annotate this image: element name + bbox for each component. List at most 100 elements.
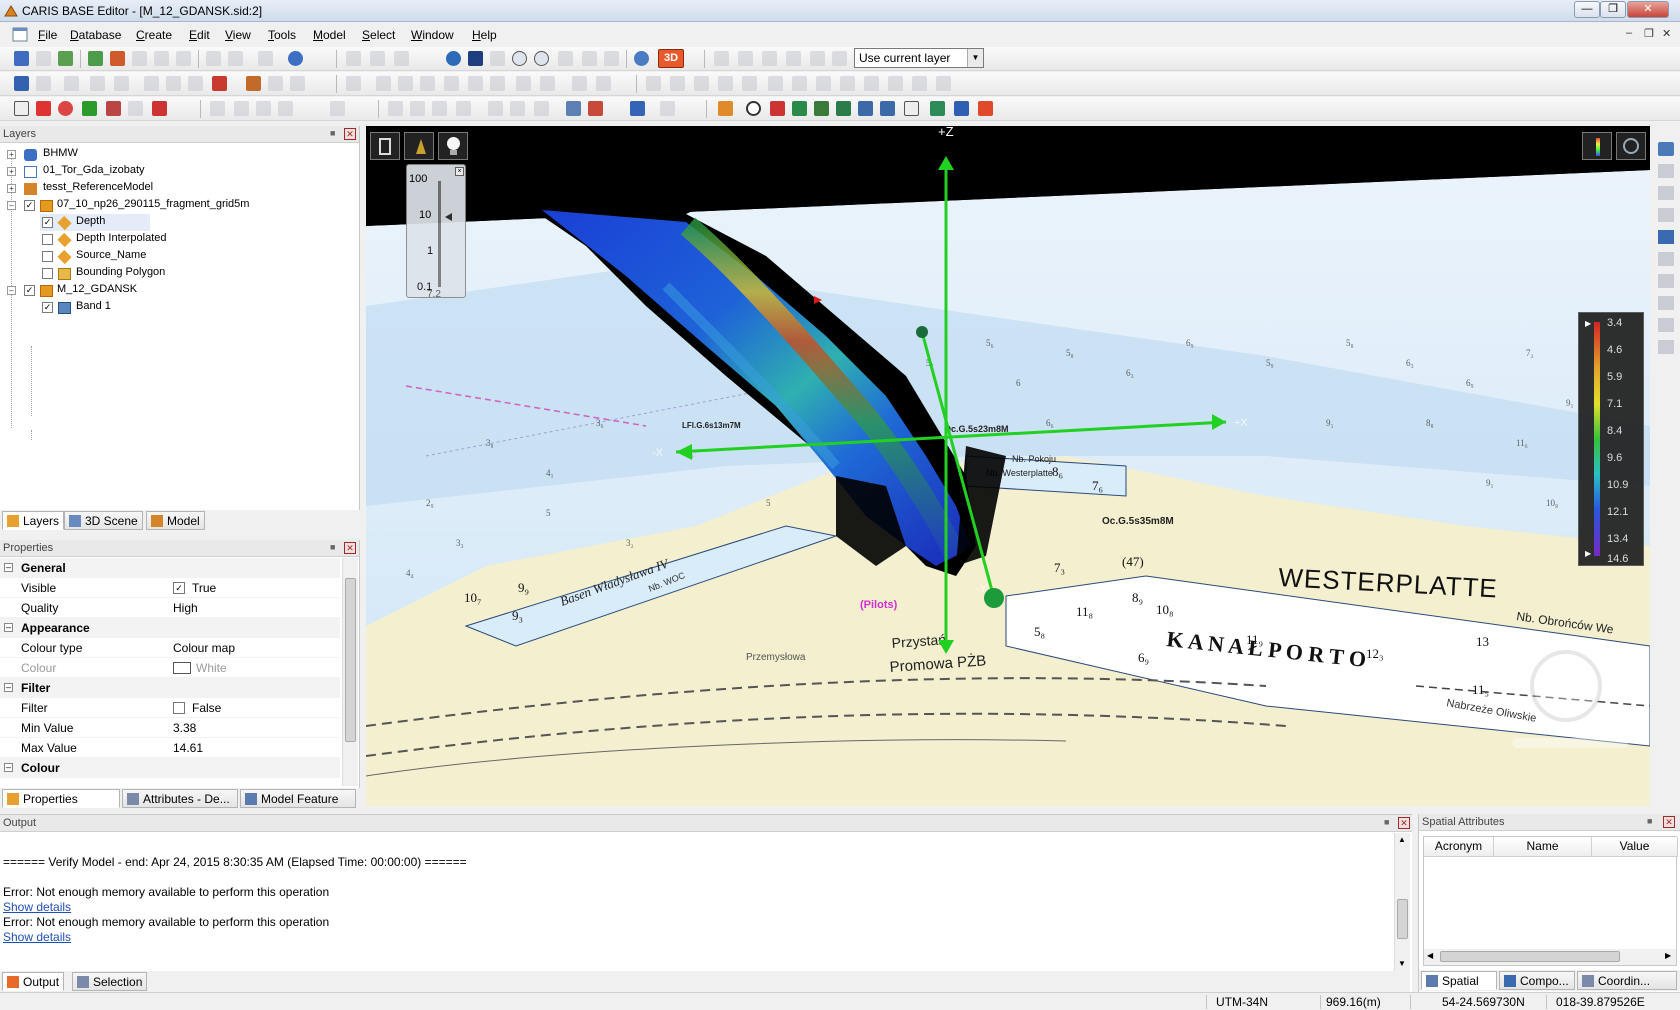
frame-icon[interactable] bbox=[14, 101, 29, 116]
3d-view[interactable]: 3₈4₁3₆ 4₆7₁6₆ 5₇65₈ 6₃6₉5₉ 5₈6₃6₉ 7₂9₁11… bbox=[366, 126, 1650, 806]
open-icon[interactable] bbox=[88, 51, 103, 66]
column-header-acronym[interactable]: Acronym bbox=[1424, 837, 1494, 857]
polygon-icon[interactable] bbox=[166, 76, 181, 91]
target-icon[interactable] bbox=[746, 101, 761, 116]
pin-icon[interactable]: ■ bbox=[330, 542, 335, 552]
line-tool-icon[interactable] bbox=[82, 101, 97, 116]
legend-toggle-icon[interactable] bbox=[1582, 132, 1612, 160]
menu-file[interactable]: File bbox=[38, 28, 57, 42]
help-icon[interactable] bbox=[288, 51, 303, 66]
circle-tool-icon[interactable] bbox=[58, 101, 73, 116]
snap-icon[interactable] bbox=[290, 76, 305, 91]
shape-l-icon[interactable] bbox=[534, 101, 549, 116]
prop-category-filter[interactable]: – Filter bbox=[0, 678, 340, 698]
properties-scrollbar[interactable] bbox=[342, 558, 358, 786]
edit-scale-icon[interactable] bbox=[786, 51, 801, 66]
close-button[interactable]: ✕ bbox=[1627, 1, 1669, 18]
tool-w-icon[interactable] bbox=[912, 76, 927, 91]
tab-attributes[interactable]: Attributes - De... bbox=[122, 789, 238, 808]
scroll-thumb[interactable] bbox=[345, 578, 356, 742]
dock-tool-icon[interactable] bbox=[1658, 318, 1674, 332]
tab-3d-scene[interactable]: 3D Scene bbox=[64, 511, 143, 530]
tool-b-icon[interactable] bbox=[376, 76, 391, 91]
shape-m-icon[interactable] bbox=[660, 101, 675, 116]
prop-category-general[interactable]: – General bbox=[0, 558, 340, 578]
print-icon[interactable] bbox=[176, 51, 191, 66]
layer-combo[interactable]: Use current layer ▼ bbox=[854, 48, 984, 68]
cut-icon[interactable] bbox=[64, 76, 79, 91]
mdi-close-button[interactable]: ✕ bbox=[1662, 27, 1671, 40]
select-icon[interactable] bbox=[346, 51, 361, 66]
tool-u-icon[interactable] bbox=[864, 76, 879, 91]
collapse-icon[interactable]: – bbox=[4, 563, 13, 572]
prop-row-quality[interactable]: Quality High bbox=[0, 598, 340, 618]
tool-v-icon[interactable] bbox=[888, 76, 903, 91]
flag-icon[interactable] bbox=[836, 101, 851, 116]
dock-tool-icon[interactable] bbox=[1658, 142, 1674, 156]
panel-close-icon[interactable]: ✕ bbox=[1663, 816, 1675, 828]
shape-d-icon[interactable] bbox=[278, 101, 293, 116]
zoom-next-icon[interactable] bbox=[582, 51, 597, 66]
menu-tools[interactable]: Tools bbox=[268, 28, 296, 42]
tool-s-icon[interactable] bbox=[816, 76, 831, 91]
mdi-minimize-button[interactable]: – bbox=[1626, 27, 1632, 39]
arc-icon[interactable] bbox=[128, 101, 143, 116]
layer-visible-checkbox[interactable] bbox=[42, 234, 53, 245]
tool-h-icon[interactable] bbox=[516, 76, 531, 91]
tab-model-feature[interactable]: Model Feature bbox=[240, 789, 356, 808]
copy-icon[interactable] bbox=[132, 51, 147, 66]
layer-visible-checkbox[interactable]: ✓ bbox=[42, 217, 53, 228]
prop-row-max-value[interactable]: Max Value 14.61 bbox=[0, 738, 340, 758]
slider-handle[interactable] bbox=[445, 213, 452, 221]
shape-e-icon[interactable] bbox=[330, 101, 345, 116]
chart-icon[interactable] bbox=[978, 101, 993, 116]
cross-icon[interactable] bbox=[770, 101, 785, 116]
save-icon[interactable] bbox=[36, 51, 51, 66]
import-icon[interactable] bbox=[110, 51, 125, 66]
tool-n-icon[interactable] bbox=[694, 76, 709, 91]
dock-tool-icon[interactable] bbox=[1658, 274, 1674, 288]
measure-icon[interactable] bbox=[268, 76, 283, 91]
zoom-extents-icon[interactable] bbox=[604, 51, 619, 66]
erase-icon[interactable] bbox=[212, 76, 227, 91]
menu-window[interactable]: Window bbox=[411, 28, 454, 42]
curve-icon[interactable] bbox=[36, 101, 51, 116]
tab-output[interactable]: Output bbox=[2, 972, 65, 991]
minimize-button[interactable]: — bbox=[1574, 1, 1600, 18]
close-icon[interactable]: × bbox=[455, 167, 464, 176]
zoom-out-icon[interactable] bbox=[534, 51, 549, 66]
model-icon[interactable] bbox=[718, 101, 733, 116]
dock-tool-icon[interactable] bbox=[1658, 252, 1674, 266]
dock-tool-icon[interactable] bbox=[1658, 186, 1674, 200]
edit-rotate-icon[interactable] bbox=[762, 51, 777, 66]
tool-q-icon[interactable] bbox=[768, 76, 783, 91]
window-tool-icon[interactable] bbox=[630, 101, 645, 116]
feature-edit-icon[interactable] bbox=[114, 76, 129, 91]
layer-item-depth[interactable]: ✓ Depth bbox=[40, 214, 150, 231]
shape-i-icon[interactable] bbox=[456, 101, 471, 116]
select-all-icon[interactable] bbox=[394, 51, 409, 66]
scroll-left-icon[interactable]: ◀ bbox=[1427, 951, 1433, 960]
nav-slider[interactable] bbox=[1512, 738, 1628, 748]
nav-compass[interactable] bbox=[1530, 650, 1602, 722]
prop-row-colour[interactable]: Colour White bbox=[0, 658, 340, 678]
prop-category-colour[interactable]: – Colour bbox=[0, 758, 340, 778]
layer-remove-icon[interactable] bbox=[36, 76, 51, 91]
lightbulb-icon[interactable] bbox=[438, 132, 468, 160]
layer-visible-checkbox[interactable]: ✓ bbox=[24, 285, 35, 296]
column-header-name[interactable]: Name bbox=[1494, 837, 1592, 857]
panel-close-icon[interactable]: ✕ bbox=[344, 542, 356, 554]
menu-view[interactable]: View bbox=[225, 28, 251, 42]
shape-h-icon[interactable] bbox=[432, 101, 447, 116]
pencil-icon[interactable] bbox=[930, 101, 945, 116]
collapse-icon[interactable]: – bbox=[7, 286, 16, 295]
area-icon[interactable] bbox=[188, 76, 203, 91]
feature-new-icon[interactable] bbox=[90, 76, 105, 91]
layer-visible-checkbox[interactable] bbox=[42, 251, 53, 262]
database-icon[interactable] bbox=[14, 51, 29, 66]
check-tool-icon[interactable] bbox=[792, 101, 807, 116]
expand-icon[interactable]: + bbox=[7, 167, 16, 176]
tool-x-icon[interactable] bbox=[936, 76, 951, 91]
column-header-value[interactable]: Value bbox=[1592, 837, 1678, 857]
tool-d-icon[interactable] bbox=[420, 76, 435, 91]
